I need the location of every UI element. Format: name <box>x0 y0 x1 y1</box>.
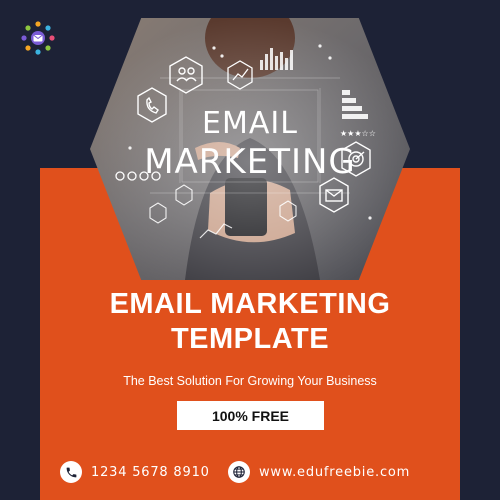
contact-phone: 1234 5678 8910 <box>60 461 210 483</box>
hero-image: ★★★☆☆ EMAIL MARKETING <box>90 18 410 280</box>
website-url[interactable]: www.edufreebie.com <box>259 465 410 480</box>
globe-icon <box>228 461 250 483</box>
hero-title-line2: MARKETING <box>144 142 356 182</box>
poster: ★★★☆☆ EMAIL MARKETING EMAIL MARKETING TE… <box>0 0 500 500</box>
subtitle: The Best Solution For Growing Your Busin… <box>123 374 377 388</box>
main-title-line1: EMAIL MARKETING <box>109 288 391 320</box>
main-title-line2: TEMPLATE <box>170 323 330 355</box>
phone-icon <box>60 461 82 483</box>
envelope-network-icon <box>21 21 55 55</box>
hero-title-line1: EMAIL <box>202 106 298 141</box>
free-badge: 100% FREE <box>177 401 324 430</box>
contact-website[interactable]: www.edufreebie.com <box>228 461 410 483</box>
logo <box>18 18 58 58</box>
phone-number: 1234 5678 8910 <box>91 464 210 480</box>
